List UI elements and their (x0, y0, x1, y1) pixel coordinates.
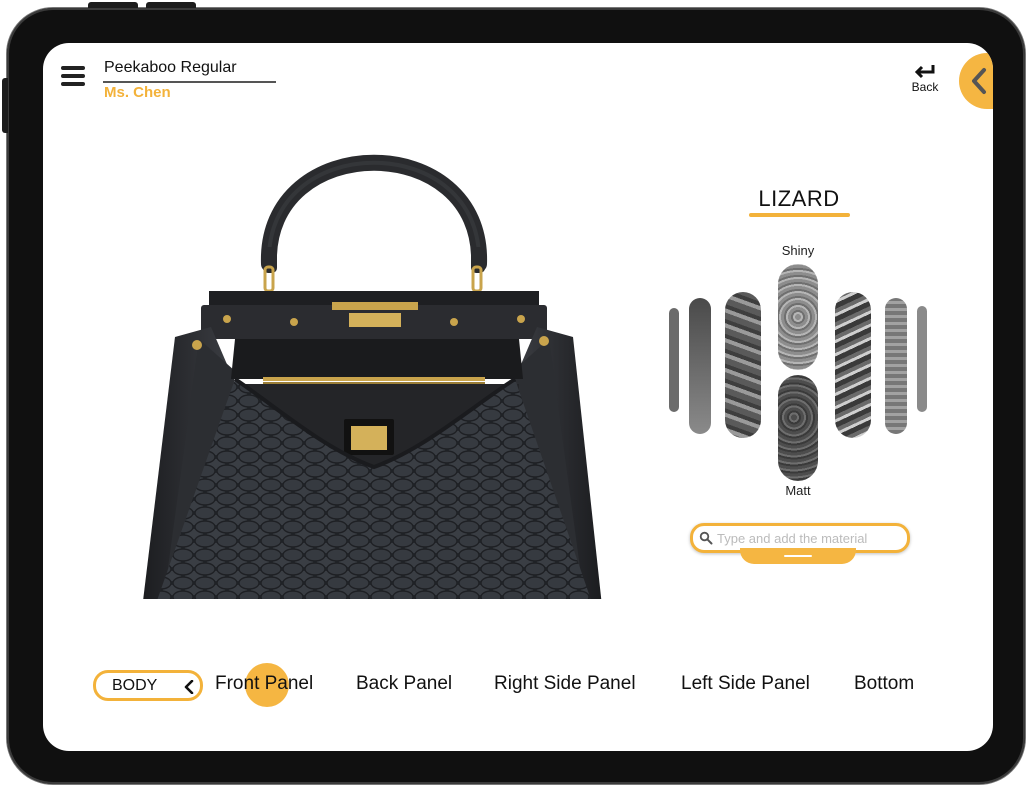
handbag-image (143, 154, 602, 599)
material-swatch[interactable] (689, 298, 711, 434)
material-title-underline (749, 213, 850, 217)
material-title: LIZARD (758, 186, 840, 211)
tab-right-side-panel[interactable]: Right Side Panel (494, 673, 636, 695)
material-swatch-shiny[interactable] (778, 264, 818, 370)
panel-toggle-button[interactable] (959, 53, 993, 109)
material-swatch[interactable] (835, 292, 871, 438)
back-arrow-icon (914, 65, 935, 79)
back-button[interactable]: Back (905, 63, 945, 94)
shiny-label: Shiny (781, 243, 815, 258)
tab-left-side-panel[interactable]: Left Side Panel (681, 673, 810, 695)
material-swatch[interactable] (885, 298, 907, 434)
add-material-button[interactable] (740, 548, 856, 564)
tab-bottom[interactable]: Bottom (854, 673, 914, 695)
material-swatch[interactable] (669, 308, 679, 412)
tablet-hardware-button (88, 2, 138, 8)
app-screen: Peekaboo Regular Ms. Chen Back LIZARD Sh… (43, 43, 993, 751)
tab-back-panel[interactable]: Back Panel (356, 673, 452, 695)
hamburger-menu-icon[interactable] (61, 66, 87, 86)
material-swatch[interactable] (725, 292, 761, 438)
chevron-left-icon (972, 68, 986, 94)
material-search-input[interactable] (715, 528, 899, 549)
search-icon (699, 531, 713, 545)
tablet-hardware-button (2, 78, 8, 133)
category-label: BODY (112, 677, 158, 694)
material-swatch[interactable] (917, 306, 927, 412)
tablet-hardware-button (146, 2, 196, 8)
back-label: Back (911, 80, 939, 94)
tab-front-panel[interactable]: Front Panel (215, 673, 313, 695)
product-name: Peekaboo Regular (104, 59, 237, 76)
chevron-left-small-icon (184, 680, 194, 694)
category-dropdown[interactable]: BODY (93, 670, 203, 701)
matt-label: Matt (785, 483, 811, 498)
material-swatch-matt[interactable] (778, 375, 818, 481)
